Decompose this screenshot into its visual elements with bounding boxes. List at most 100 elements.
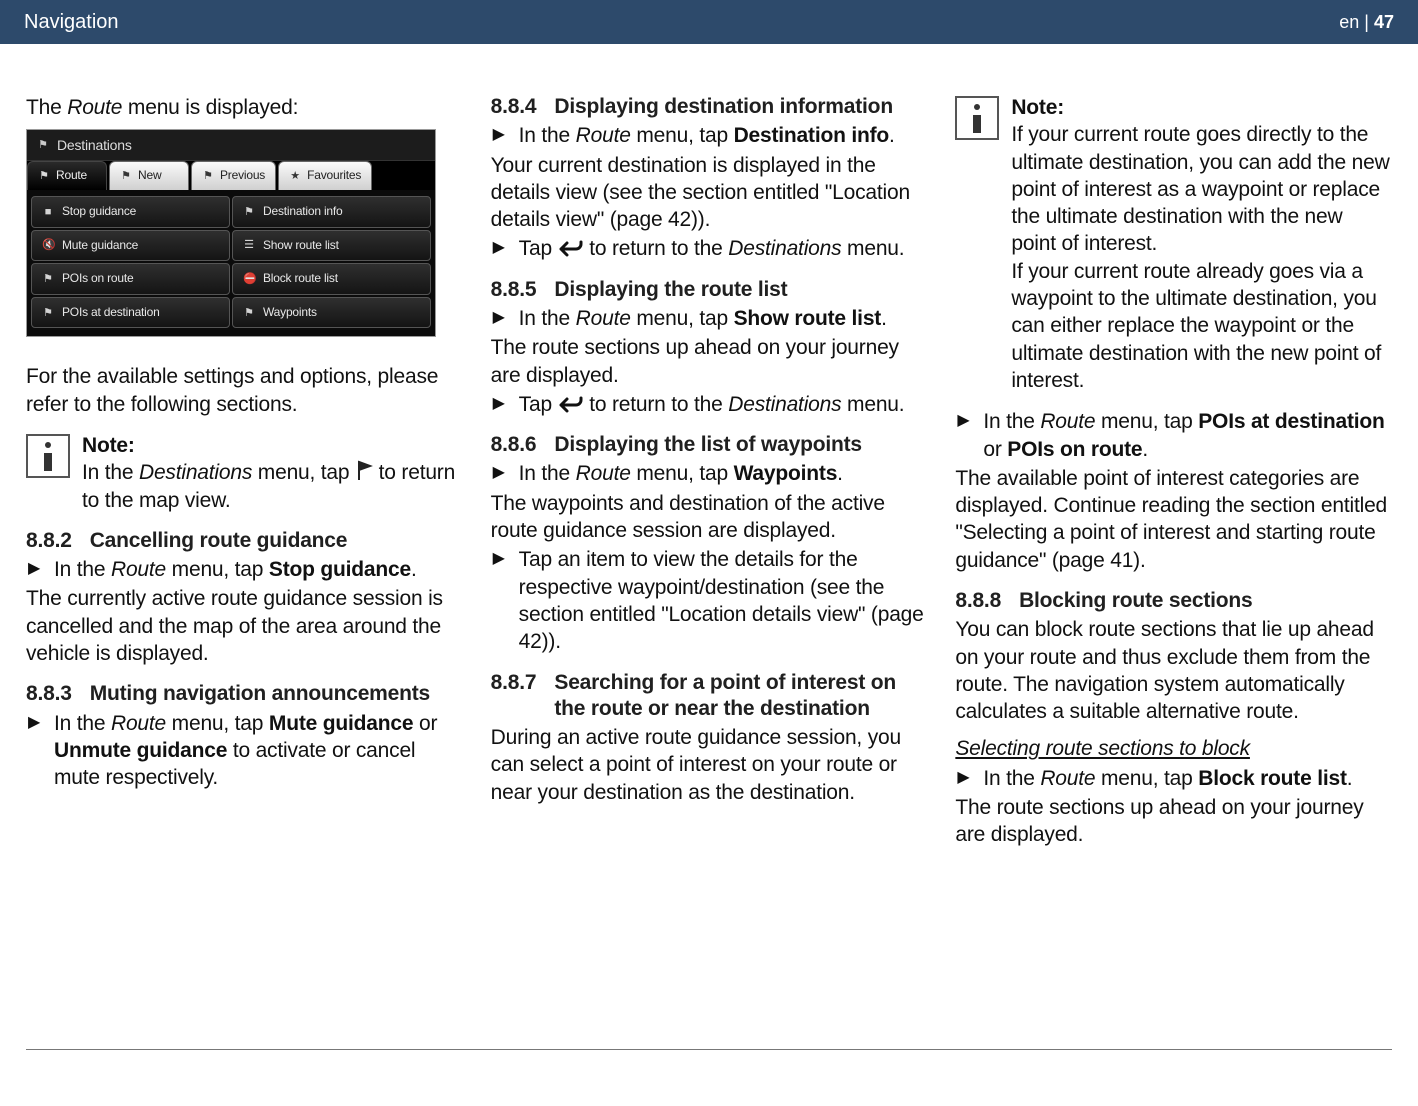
btn-show-route-list[interactable]: ☰ Show route list xyxy=(232,230,431,262)
mute-icon: 🔇 xyxy=(42,239,54,251)
text: menu, tap xyxy=(1095,410,1198,433)
new-icon: ⚑ xyxy=(120,170,132,182)
section-number: 8.8.8 xyxy=(955,588,1001,614)
note-block-2: Note: If your current route goes directl… xyxy=(955,94,1392,394)
note-title: Note: xyxy=(82,432,463,459)
section-number: 8.8.7 xyxy=(491,670,537,723)
text: or xyxy=(413,712,437,735)
step-pois: ▶ In the Route menu, tap POIs at destina… xyxy=(955,408,1392,463)
poi-icon: ⚑ xyxy=(42,273,54,285)
info-icon xyxy=(955,96,999,140)
para-8-8-2: The currently active route guidance sess… xyxy=(26,585,463,667)
text: menu is displayed: xyxy=(122,96,298,119)
section-number: 8.8.2 xyxy=(26,528,72,554)
text: menu, tap xyxy=(166,712,269,735)
section-title: Displaying the list of waypoints xyxy=(554,432,927,458)
destinations-italic: Destinations xyxy=(728,393,841,416)
bullet-icon: ▶ xyxy=(491,391,509,418)
btn-label: POIs on route xyxy=(62,271,133,287)
device-title-text: Destinations xyxy=(57,136,132,154)
after-device-text: For the available settings and options, … xyxy=(26,363,463,418)
list-icon: ☰ xyxy=(243,239,255,251)
text: . xyxy=(837,462,843,485)
bullet-icon: ▶ xyxy=(491,122,509,149)
text: menu, tap xyxy=(166,558,269,581)
subheading-selecting-block: Selecting route sections to block xyxy=(955,735,1392,762)
text: In the xyxy=(54,712,111,735)
tab-new[interactable]: ⚑ New xyxy=(109,161,189,190)
footer-rule xyxy=(26,1049,1392,1050)
btn-pois-at-destination[interactable]: ⚑ POIs at destination xyxy=(31,297,230,329)
device-menu-grid: ■ Stop guidance ⚑Destination info 🔇Mute g… xyxy=(27,190,435,336)
route-italic: Route xyxy=(67,96,122,119)
note-text: If your current route goes directly to t… xyxy=(1011,121,1392,394)
btn-mute-guidance[interactable]: 🔇Mute guidance xyxy=(31,230,230,262)
route-italic: Route xyxy=(576,307,631,330)
section-title: Searching for a point of interest on the… xyxy=(554,670,927,723)
text: Tap an item to view the details for the … xyxy=(519,546,928,655)
route-italic: Route xyxy=(1040,767,1095,790)
heading-8-8-8: 8.8.8 Blocking route sections xyxy=(955,588,1392,614)
section-number: 8.8.6 xyxy=(491,432,537,458)
step-tap-item: ▶ Tap an item to view the details for th… xyxy=(491,546,928,655)
tab-previous[interactable]: ⚑ Previous xyxy=(191,161,276,190)
para-8-8-6: The waypoints and destination of the act… xyxy=(491,490,928,545)
btn-block-route-list[interactable]: ⛔Block route list xyxy=(232,263,431,295)
tab-label: Previous xyxy=(220,168,265,184)
text: or xyxy=(983,438,1007,461)
text: menu, tap xyxy=(1095,767,1198,790)
text: In the xyxy=(82,461,139,484)
waypoint-icon: ⚑ xyxy=(243,307,255,319)
action-bold: POIs at destination xyxy=(1198,410,1384,433)
return-icon xyxy=(558,396,584,414)
action-bold: Mute guidance xyxy=(269,712,413,735)
step-waypoints: ▶ In the Route menu, tap Waypoints. xyxy=(491,460,928,487)
heading-8-8-2: 8.8.2 Cancelling route guidance xyxy=(26,528,463,554)
step-return-884: ▶ Tap to return to the Destinations menu… xyxy=(491,235,928,262)
text: menu, tap xyxy=(631,307,734,330)
header-page-number: 47 xyxy=(1374,12,1394,32)
bullet-icon: ▶ xyxy=(491,546,509,655)
para-8-8-8: You can block route sections that lie up… xyxy=(955,616,1392,725)
tab-favourites[interactable]: ★Favourites xyxy=(278,161,372,190)
route-menu-screenshot: ⚑ Destinations ⚑Route ⚑ New ⚑ Previous ★Fa… xyxy=(26,129,436,337)
bullet-icon: ▶ xyxy=(955,408,973,463)
btn-label: Stop guidance xyxy=(62,204,136,220)
bullet-icon: ▶ xyxy=(26,710,44,792)
step-destination-info: ▶ In the Route menu, tap Destination inf… xyxy=(491,122,928,149)
previous-icon: ⚑ xyxy=(202,170,214,182)
tab-label: New xyxy=(138,168,161,184)
action-bold: Show route list xyxy=(734,307,882,330)
header-left: Navigation xyxy=(24,11,119,34)
action-bold: Destination info xyxy=(734,124,889,147)
column-3: Note: If your current route goes directl… xyxy=(955,94,1392,849)
btn-pois-on-route[interactable]: ⚑ POIs on route xyxy=(31,263,230,295)
btn-stop-guidance[interactable]: ■ Stop guidance xyxy=(31,196,230,228)
btn-label: POIs at destination xyxy=(62,305,160,321)
btn-label: Show route list xyxy=(263,238,339,254)
route-icon: ⚑ xyxy=(38,170,50,182)
step-show-route-list: ▶ In the Route menu, tap Show route list… xyxy=(491,305,928,332)
return-icon xyxy=(558,240,584,258)
stop-icon: ■ xyxy=(42,206,54,218)
tab-route[interactable]: ⚑Route xyxy=(27,161,107,190)
text: . xyxy=(1347,767,1353,790)
heading-8-8-4: 8.8.4 Displaying destination information xyxy=(491,94,928,120)
poi-dest-icon: ⚑ xyxy=(42,307,54,319)
route-italic: Route xyxy=(1040,410,1095,433)
map-return-icon xyxy=(355,460,373,482)
text: to return to the xyxy=(589,393,728,416)
action-bold: Block route list xyxy=(1198,767,1347,790)
text: In the xyxy=(54,558,111,581)
header-right: en | 47 xyxy=(1339,12,1394,33)
action-bold: POIs on route xyxy=(1007,438,1142,461)
para-8-8-4: Your current destination is displayed in… xyxy=(491,152,928,234)
step-stop-guidance: ▶ In the Route menu, tap Stop guidance. xyxy=(26,556,463,583)
text: . xyxy=(889,124,895,147)
block-icon: ⛔ xyxy=(243,273,255,285)
btn-destination-info[interactable]: ⚑Destination info xyxy=(232,196,431,228)
action-bold: Waypoints xyxy=(734,462,838,485)
column-1: The Route menu is displayed: ⚑ Destinati… xyxy=(26,94,463,849)
text: . xyxy=(411,558,417,581)
btn-waypoints[interactable]: ⚑Waypoints xyxy=(232,297,431,329)
